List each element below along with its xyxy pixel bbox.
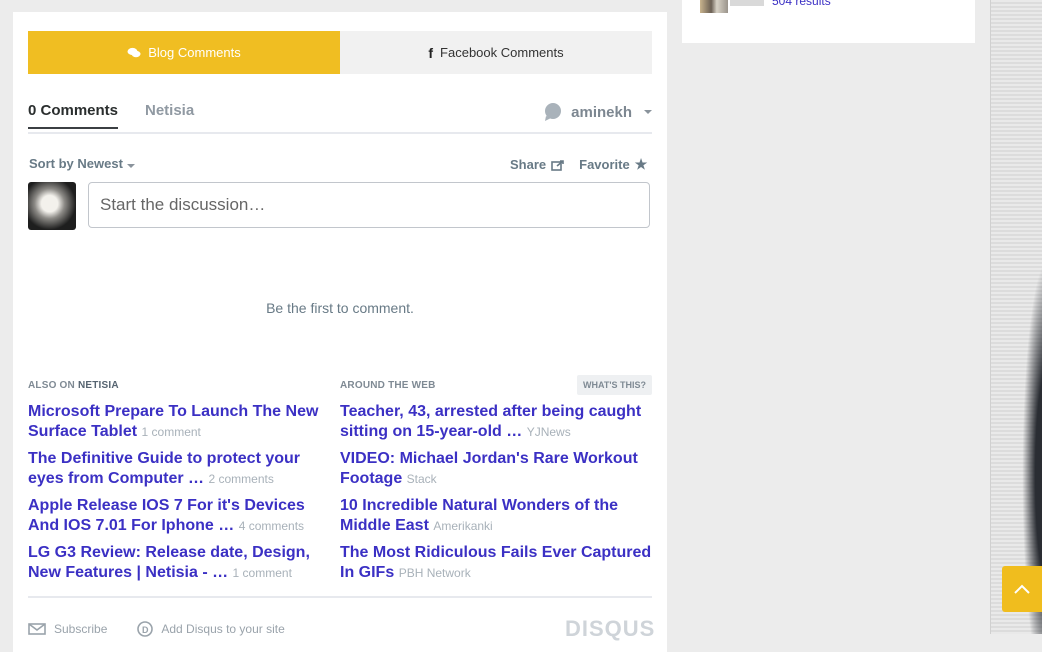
whats-this-button[interactable]: WHAT'S THIS?: [577, 375, 652, 395]
user-menu[interactable]: aminekh: [543, 102, 652, 122]
also-on-prefix: ALSO ON: [28, 380, 75, 391]
item-meta: 2 comments: [208, 472, 274, 486]
disqus-logo[interactable]: DISQUS: [565, 616, 655, 642]
list-item[interactable]: Apple Release IOS 7 For it's Devices And…: [28, 496, 324, 543]
add-disqus-link[interactable]: D Add Disqus to your site: [137, 621, 285, 637]
subscribe-link[interactable]: Subscribe: [28, 621, 107, 637]
sidebar-widget: 504 results: [682, 0, 975, 43]
sort-label: Sort by Newest: [29, 156, 123, 171]
chevron-down-icon: [644, 110, 652, 114]
item-title[interactable]: The Most Ridiculous Fails Ever Captured …: [340, 544, 651, 581]
sidebar-link[interactable]: 504 results: [772, 0, 831, 8]
speech-bubble-icon: [545, 103, 562, 121]
comments-icon: [127, 47, 141, 57]
item-meta: Stack: [406, 472, 437, 486]
chevron-down-icon: [126, 164, 135, 168]
comment-input[interactable]: Start the discussion…: [88, 182, 650, 228]
background-decoration: [990, 0, 1042, 634]
disqus-header: 0 Comments Netisia aminekh: [28, 102, 652, 134]
comment-tabs: Blog Comments f Facebook Comments: [28, 31, 652, 74]
sort-dropdown[interactable]: Sort by Newest: [29, 156, 135, 171]
tab-blog-comments[interactable]: Blog Comments: [28, 31, 340, 74]
favorite-label: Favorite: [579, 157, 630, 172]
list-item[interactable]: VIDEO: Michael Jordan's Rare Workout Foo…: [340, 449, 654, 496]
item-title[interactable]: Teacher, 43, arrested after being caught…: [340, 403, 641, 440]
item-meta: YJNews: [526, 425, 571, 439]
share-label: Share: [510, 157, 547, 172]
list-item[interactable]: The Most Ridiculous Fails Ever Captured …: [340, 543, 654, 590]
star-icon: ★: [634, 156, 648, 172]
item-title[interactable]: VIDEO: Michael Jordan's Rare Workout Foo…: [340, 450, 638, 487]
tab-label: Facebook Comments: [440, 45, 564, 60]
avatar[interactable]: [28, 182, 76, 230]
username: aminekh: [571, 103, 632, 121]
forum-tab[interactable]: Netisia: [145, 102, 194, 119]
chevron-up-icon: [1014, 584, 1030, 594]
around-web-heading: AROUND THE WEB: [340, 380, 436, 391]
tab-label: Blog Comments: [148, 45, 241, 60]
item-meta: 1 comment: [232, 566, 292, 580]
tab-facebook-comments[interactable]: f Facebook Comments: [340, 31, 652, 74]
item-meta: 4 comments: [238, 519, 305, 533]
list-item[interactable]: Microsoft Prepare To Launch The New Surf…: [28, 402, 324, 449]
footer-divider: [28, 596, 652, 598]
also-on-site[interactable]: NETISIA: [78, 380, 119, 391]
disqus-footer: Subscribe D Add Disqus to your site: [28, 621, 285, 637]
facebook-icon: f: [428, 44, 434, 61]
disqus-icon: D: [137, 621, 154, 637]
comments-panel: Blog Comments f Facebook Comments 0 Comm…: [13, 12, 667, 652]
thread-actions: Share Favorite ★: [510, 156, 647, 173]
item-meta: PBH Network: [398, 566, 471, 580]
sidebar-thumbnail-secondary: [730, 0, 764, 6]
sidebar-thumbnail[interactable]: [700, 0, 728, 13]
comment-count-tab[interactable]: 0 Comments: [28, 102, 119, 129]
envelope-icon: [28, 623, 46, 635]
around-web-list: Teacher, 43, arrested after being caught…: [340, 402, 654, 590]
also-on-list: Microsoft Prepare To Launch The New Surf…: [28, 402, 324, 590]
item-meta: 1 comment: [141, 425, 201, 439]
favorite-button[interactable]: Favorite ★: [579, 156, 647, 173]
share-icon: [551, 159, 564, 171]
share-button[interactable]: Share: [510, 156, 565, 173]
back-to-top-button[interactable]: [1002, 566, 1042, 612]
empty-thread-message: Be the first to comment.: [266, 300, 414, 316]
list-item[interactable]: LG G3 Review: Release date, Design, New …: [28, 543, 324, 590]
list-item[interactable]: The Definitive Guide to protect your eye…: [28, 449, 324, 496]
list-item[interactable]: Teacher, 43, arrested after being caught…: [340, 402, 654, 449]
item-meta: Amerikanki: [433, 519, 493, 533]
list-item[interactable]: 10 Incredible Natural Wonders of the Mid…: [340, 496, 654, 543]
also-on-heading: ALSO ON NETISIA: [28, 380, 119, 391]
